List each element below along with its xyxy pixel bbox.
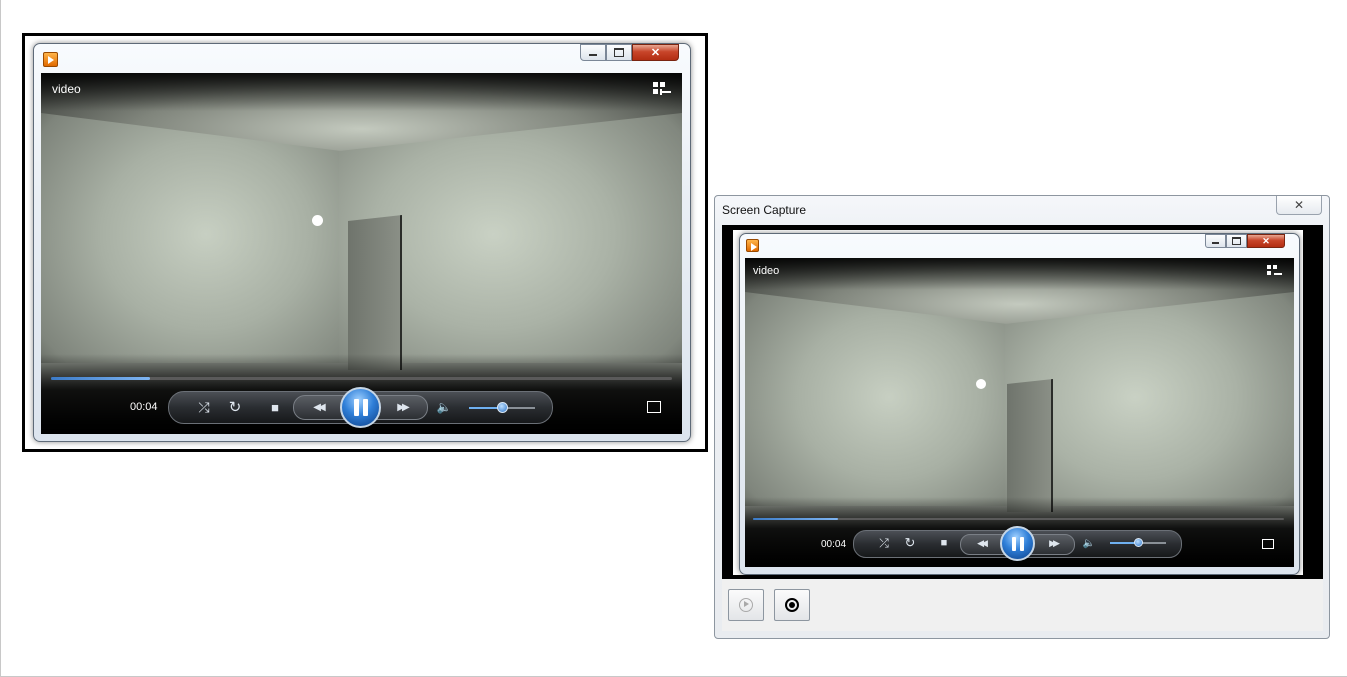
repeat-icon[interactable]: ↻ — [225, 398, 245, 416]
preview-media-player-window: ✕ video 00:04 ⤮ ↻ ■ ◀◀ ▶▶ 🔈 — [739, 233, 1300, 575]
pause-button[interactable] — [340, 387, 381, 428]
maximize-button[interactable] — [606, 44, 632, 61]
speaker-icon[interactable]: 🔈 — [434, 398, 454, 416]
stop-icon[interactable]: ■ — [265, 398, 285, 416]
elapsed-time: 00:04 — [130, 401, 158, 413]
capture-toolbar — [722, 579, 1323, 631]
media-player-window[interactable]: ✕ video 00:04 ⤮ ↻ ■ ◀◀ ▶▶ 🔈 — [33, 43, 691, 442]
media-player-icon[interactable] — [43, 52, 58, 67]
video-area[interactable]: video 00:04 ⤮ ↻ ■ ◀◀ ▶▶ 🔈 — [41, 73, 682, 434]
record-button[interactable] — [774, 589, 810, 621]
rewind-icon[interactable]: ◀◀ — [305, 398, 331, 416]
preview-elapsed-time: 00:04 — [821, 539, 847, 550]
fullscreen-icon[interactable] — [647, 401, 661, 413]
preview-video-area: video 00:04 ⤮ ↻ ■ ◀◀ ▶▶ 🔈 — [745, 258, 1294, 567]
pause-icon — [353, 399, 359, 416]
seek-bar[interactable] — [51, 377, 672, 380]
light-dot — [312, 215, 323, 226]
door — [348, 215, 402, 370]
preview-video-title: video — [753, 265, 780, 277]
close-button[interactable]: ✕ — [632, 44, 679, 61]
video-title: video — [52, 82, 81, 96]
record-icon — [785, 598, 799, 612]
play-button[interactable] — [728, 589, 764, 621]
capture-preview: ✕ video 00:04 ⤮ ↻ ■ ◀◀ ▶▶ 🔈 — [722, 225, 1323, 579]
minimize-button[interactable] — [580, 44, 606, 61]
seek-bar-progress — [51, 377, 151, 380]
screen-capture-window[interactable]: Screen Capture ✕ ✕ video 00:04 ⤮ ↻ ■ ◀◀ … — [714, 195, 1330, 639]
close-button[interactable]: ✕ — [1276, 196, 1322, 215]
window-title: Screen Capture — [722, 203, 807, 217]
media-player-icon — [746, 239, 759, 252]
fast-forward-icon[interactable]: ▶▶ — [389, 398, 415, 416]
window-caption-buttons: ✕ — [580, 44, 679, 61]
switch-to-library-icon[interactable] — [653, 82, 671, 97]
volume-knob[interactable] — [496, 402, 508, 413]
play-icon — [739, 598, 753, 612]
shuffle-icon[interactable]: ⤮ — [194, 398, 214, 416]
